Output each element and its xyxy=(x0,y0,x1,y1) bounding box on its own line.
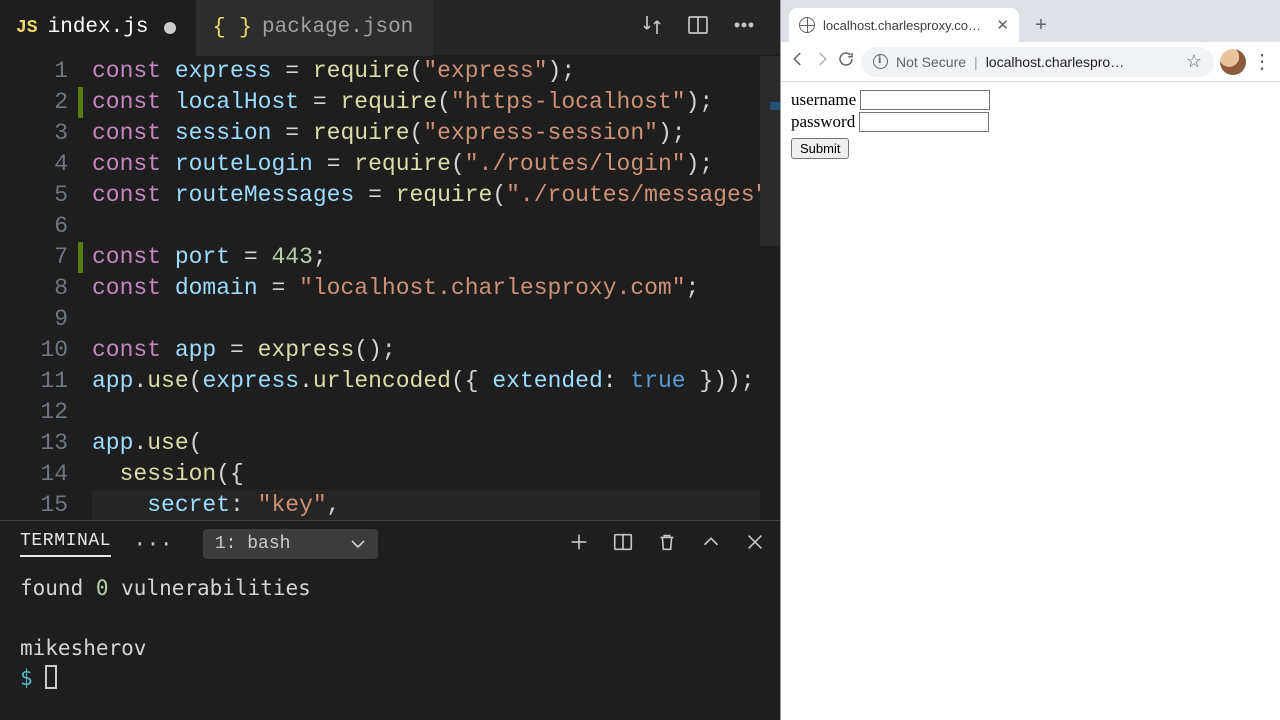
code-line[interactable]: const session = require("express-session… xyxy=(92,118,780,149)
line-number: 7 xyxy=(0,242,68,273)
code-line[interactable]: const routeMessages = require("./routes/… xyxy=(92,180,780,211)
browser-menu-icon[interactable]: ⋮ xyxy=(1252,59,1272,65)
terminal-actions xyxy=(568,531,766,558)
code-line[interactable]: app.use( xyxy=(92,428,780,459)
username-row: username xyxy=(791,90,1270,110)
browser-pane: localhost.charlesproxy.com/lo ✕ + Not Se… xyxy=(780,0,1280,720)
line-number: 3 xyxy=(0,118,68,149)
close-tab-icon[interactable]: ✕ xyxy=(996,16,1009,34)
code-line[interactable]: secret: "key", xyxy=(92,490,780,520)
back-button[interactable] xyxy=(789,50,807,73)
line-number: 6 xyxy=(0,211,68,242)
username-input[interactable] xyxy=(860,90,990,110)
vscode-pane: JS index.js { } package.json 12345678910… xyxy=(0,0,780,720)
split-terminal-icon[interactable] xyxy=(612,531,634,558)
terminal-selector-label: 1: bash xyxy=(215,534,291,554)
line-number: 10 xyxy=(0,335,68,366)
new-tab-button[interactable]: + xyxy=(1027,11,1055,39)
panel-overflow-icon[interactable]: ··· xyxy=(127,532,179,557)
minimap-viewport[interactable] xyxy=(760,56,780,246)
chevron-down-icon xyxy=(350,536,366,552)
line-number: 5 xyxy=(0,180,68,211)
site-info-icon[interactable] xyxy=(873,54,888,69)
password-row: password xyxy=(791,112,1270,132)
line-number: 15 xyxy=(0,490,68,520)
compare-changes-icon[interactable] xyxy=(640,13,664,42)
line-number: 1 xyxy=(0,56,68,87)
reload-button[interactable] xyxy=(837,50,855,73)
terminal-panel: TERMINAL ··· 1: bash found 0 vulnerabili… xyxy=(0,520,780,720)
bookmark-icon[interactable]: ☆ xyxy=(1186,51,1202,72)
terminal-cursor-icon xyxy=(45,665,57,689)
tab-label: index.js xyxy=(48,16,149,39)
line-number: 8 xyxy=(0,273,68,304)
code-line[interactable]: const domain = "localhost.charlesproxy.c… xyxy=(92,273,780,304)
minimap-marker xyxy=(770,102,780,110)
tab-index-js[interactable]: JS index.js xyxy=(0,0,196,56)
line-number: 13 xyxy=(0,428,68,459)
code-line[interactable] xyxy=(92,304,780,335)
editor-actions xyxy=(640,13,780,42)
tab-package-json[interactable]: { } package.json xyxy=(196,0,433,56)
line-number: 11 xyxy=(0,366,68,397)
tab-label: package.json xyxy=(262,16,413,39)
security-status: Not Secure xyxy=(896,54,966,70)
kill-terminal-icon[interactable] xyxy=(656,531,678,558)
code-line[interactable]: const port = 443; xyxy=(92,242,780,273)
code-editor[interactable]: 123456789101112131415 const express = re… xyxy=(0,56,780,520)
modified-indicator-icon xyxy=(164,22,176,34)
minimap[interactable] xyxy=(760,56,780,520)
password-label: password xyxy=(791,112,855,132)
forward-button[interactable] xyxy=(813,50,831,73)
code-line[interactable]: session({ xyxy=(92,459,780,490)
code-line[interactable]: const localHost = require("https-localho… xyxy=(92,87,780,118)
code-content[interactable]: const express = require("express");const… xyxy=(92,56,780,520)
line-number: 9 xyxy=(0,304,68,335)
terminal-output[interactable]: found 0 vulnerabilities mikesherov $ xyxy=(0,567,780,720)
close-panel-icon[interactable] xyxy=(744,531,766,558)
globe-icon xyxy=(799,17,815,33)
code-line[interactable] xyxy=(92,397,780,428)
terminal-prompt: $ xyxy=(20,663,760,693)
maximize-panel-icon[interactable] xyxy=(700,531,722,558)
code-line[interactable]: const express = require("express"); xyxy=(92,56,780,87)
profile-avatar[interactable] xyxy=(1220,49,1246,75)
terminal-selector[interactable]: 1: bash xyxy=(203,529,379,559)
split-editor-icon[interactable] xyxy=(686,13,710,42)
terminal-tab[interactable]: TERMINAL xyxy=(20,531,111,557)
password-input[interactable] xyxy=(859,112,989,132)
line-number-gutter: 123456789101112131415 xyxy=(0,56,92,520)
browser-tab[interactable]: localhost.charlesproxy.com/lo ✕ xyxy=(789,8,1019,42)
page-content: username password Submit xyxy=(781,82,1280,720)
line-number: 2 xyxy=(0,87,68,118)
code-line[interactable]: const routeLogin = require("./routes/log… xyxy=(92,149,780,180)
js-file-icon: JS xyxy=(16,18,38,38)
new-terminal-icon[interactable] xyxy=(568,531,590,558)
username-label: username xyxy=(791,90,856,110)
more-actions-icon[interactable] xyxy=(732,13,756,42)
terminal-prompt-user: mikesherov xyxy=(20,633,760,663)
panel-tab-bar: TERMINAL ··· 1: bash xyxy=(0,521,780,567)
browser-tab-strip: localhost.charlesproxy.com/lo ✕ + xyxy=(781,0,1280,42)
url-text: localhost.charlespro… xyxy=(986,54,1178,70)
editor-tab-bar: JS index.js { } package.json xyxy=(0,0,780,56)
terminal-line: found 0 vulnerabilities xyxy=(20,573,760,603)
json-file-icon: { } xyxy=(212,15,252,40)
browser-toolbar: Not Secure | localhost.charlespro… ☆ ⋮ xyxy=(781,42,1280,82)
line-number: 14 xyxy=(0,459,68,490)
address-bar[interactable]: Not Secure | localhost.charlespro… ☆ xyxy=(861,47,1214,77)
code-line[interactable]: const app = express(); xyxy=(92,335,780,366)
submit-button[interactable]: Submit xyxy=(791,138,849,159)
line-number: 12 xyxy=(0,397,68,428)
code-line[interactable] xyxy=(92,211,780,242)
code-line[interactable]: app.use(express.urlencoded({ extended: t… xyxy=(92,366,780,397)
line-number: 4 xyxy=(0,149,68,180)
browser-tab-title: localhost.charlesproxy.com/lo xyxy=(823,18,988,33)
